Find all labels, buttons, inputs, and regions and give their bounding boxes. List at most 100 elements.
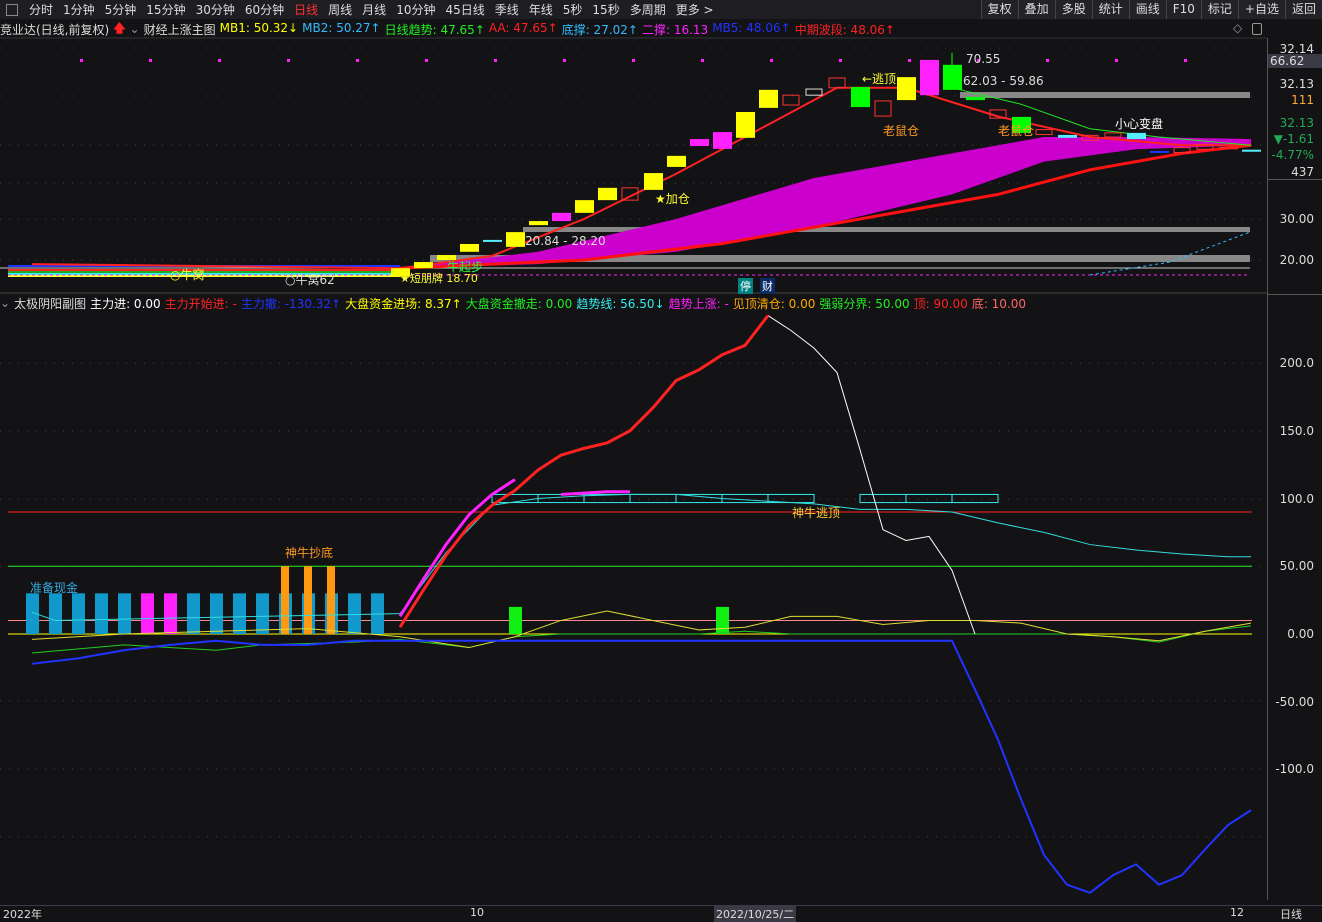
signal-dot xyxy=(356,59,359,62)
change-percent: -4.77% xyxy=(1271,148,1314,162)
signal-dot xyxy=(149,59,152,62)
tick-30: 30.00 xyxy=(1279,212,1314,226)
chart-canvas[interactable] xyxy=(0,0,1267,905)
candle xyxy=(598,187,617,201)
candle xyxy=(1150,150,1169,153)
signal-dot xyxy=(770,59,773,62)
tick-20: 20.00 xyxy=(1279,253,1314,267)
candle xyxy=(414,262,433,269)
badge-stop[interactable]: 停 xyxy=(738,278,753,294)
signal-dot xyxy=(1184,59,1187,62)
candle xyxy=(828,77,846,89)
date-axis: 2022年 10 2022/10/25/二 12 日线 xyxy=(0,905,1322,922)
tick-neg100: -100.0 xyxy=(1275,762,1314,776)
candle xyxy=(1242,149,1261,152)
tick-0: 0.00 xyxy=(1287,627,1314,641)
top-box xyxy=(951,493,999,504)
cash-bar xyxy=(187,593,200,634)
period-label[interactable]: 日线 xyxy=(1280,906,1302,922)
cash-bar xyxy=(141,593,154,634)
candle xyxy=(644,173,663,190)
tick-200: 200.0 xyxy=(1279,356,1314,370)
candle xyxy=(1127,132,1146,140)
candle xyxy=(713,132,732,149)
ribbon-band xyxy=(400,137,1251,269)
cash-bar xyxy=(118,593,131,634)
label-niuwo: ○牛窝 xyxy=(170,268,205,282)
candle xyxy=(552,212,571,222)
candle xyxy=(1035,129,1053,136)
cursor-date: 2022/10/25/二 xyxy=(714,906,797,922)
bottom-bar xyxy=(304,566,312,634)
price-axis: 32.14 66.62 32.13 111 32.13 ▼-1.61 -4.77… xyxy=(1267,38,1322,900)
candle xyxy=(575,200,594,213)
signal-dot xyxy=(218,59,221,62)
signal-dot xyxy=(1046,59,1049,62)
candle xyxy=(1219,146,1238,150)
badge-finance[interactable]: 财 xyxy=(760,278,775,294)
cash-bar xyxy=(210,593,223,634)
top-box xyxy=(675,493,723,504)
label-taoding: ←逃顶 xyxy=(862,72,897,86)
change-value: ▼-1.61 xyxy=(1273,132,1314,146)
signal-dot xyxy=(287,59,290,62)
candle xyxy=(874,100,892,117)
green-bar xyxy=(716,606,729,634)
candle xyxy=(759,89,778,108)
label-range1: 20.84 - 28.20 xyxy=(525,234,606,248)
label-zhunbei: 准备现金 xyxy=(30,581,79,595)
label-laoshu1: 老鼠仓 xyxy=(883,124,920,138)
tick-150: 150.0 xyxy=(1279,424,1314,438)
candle xyxy=(506,232,525,247)
tick-100: 100.0 xyxy=(1279,492,1314,506)
candle xyxy=(690,139,709,147)
cash-bar xyxy=(256,593,269,634)
toolbar-button[interactable]: 返回 xyxy=(1284,0,1322,19)
label-laoshu2: 老鼠仓 xyxy=(998,124,1035,138)
label-jiacang: ★加仓 xyxy=(655,192,690,206)
label-niuwo2: ○牛窝62 xyxy=(285,273,335,287)
cash-bar xyxy=(49,593,62,634)
candle xyxy=(483,239,502,242)
label-niuqibu: 牛起步 xyxy=(447,260,484,274)
bottom-bar xyxy=(327,566,335,634)
signal-dot xyxy=(494,59,497,62)
count-value: 437 xyxy=(1291,165,1314,179)
candle xyxy=(460,244,479,252)
candle xyxy=(782,94,800,106)
candle xyxy=(920,59,939,96)
label-xiaoxin: 小心变盘 xyxy=(1115,117,1164,131)
candle xyxy=(943,64,962,90)
signal-dot xyxy=(632,59,635,62)
axis-volume: 111 xyxy=(1291,93,1314,107)
dashed-trend xyxy=(1089,231,1251,276)
date-dec: 12 xyxy=(1230,906,1244,919)
signal-dot xyxy=(563,59,566,62)
candle xyxy=(529,221,548,226)
signal-dot xyxy=(839,59,842,62)
date-oct: 10 xyxy=(470,906,484,919)
cash-bar xyxy=(72,593,85,634)
cash-bar xyxy=(233,593,246,634)
support-bar xyxy=(960,92,1250,98)
label-chaodi: 神牛抄底 xyxy=(285,546,334,560)
candle xyxy=(966,96,985,101)
date-start: 2022年 xyxy=(3,908,42,921)
candle xyxy=(805,88,823,96)
label-taoding2: 神牛逃顶 xyxy=(792,506,841,520)
candle xyxy=(736,111,755,138)
crosshair-value: 66.62 xyxy=(1268,54,1322,68)
cash-bar xyxy=(348,593,361,634)
last-price: 32.13 xyxy=(1279,116,1314,130)
signal-dot xyxy=(908,59,911,62)
axis-price: 32.13 xyxy=(1279,77,1314,91)
candle xyxy=(1104,132,1122,138)
label-high: 70.55 xyxy=(966,52,1001,66)
tick-neg50: -50.00 xyxy=(1275,695,1314,709)
cash-bar xyxy=(95,593,108,634)
signal-dot xyxy=(1115,59,1118,62)
candle xyxy=(851,86,870,108)
green-bar xyxy=(509,606,522,634)
candle xyxy=(1058,134,1077,138)
signal-dot xyxy=(701,59,704,62)
